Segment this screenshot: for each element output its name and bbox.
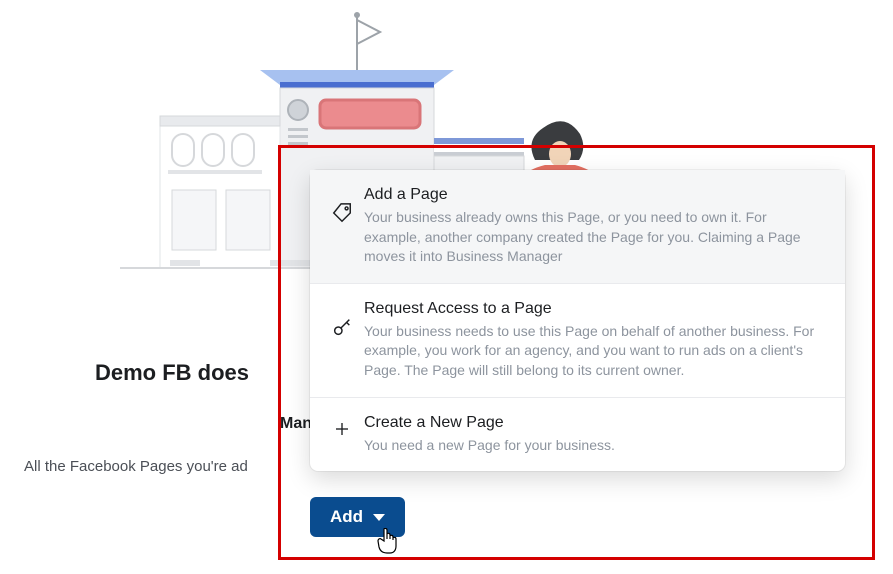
menu-desc: Your business needs to use this Page on … <box>364 322 827 381</box>
menu-title: Create a New Page <box>364 414 827 432</box>
menu-item-request-access[interactable]: Request Access to a Page Your business n… <box>310 284 845 398</box>
tag-icon <box>328 202 356 224</box>
menu-item-add-page[interactable]: Add a Page Your business already owns th… <box>310 170 845 284</box>
page-subheading: Man <box>280 415 312 433</box>
caret-down-icon <box>373 514 385 521</box>
menu-desc: You need a new Page for your business. <box>364 436 827 456</box>
page-description: All the Facebook Pages you're ad <box>24 458 248 475</box>
add-dropdown-menu: Add a Page Your business already owns th… <box>310 170 845 471</box>
add-button-label: Add <box>330 507 363 527</box>
cursor-pointer-icon <box>376 528 398 559</box>
menu-title: Request Access to a Page <box>364 300 827 318</box>
menu-desc: Your business already owns this Page, or… <box>364 208 827 267</box>
plus-icon <box>328 420 356 438</box>
menu-title: Add a Page <box>364 186 827 204</box>
key-icon <box>328 316 356 338</box>
page-heading: Demo FB does <box>95 360 249 386</box>
menu-item-create-page[interactable]: Create a New Page You need a new Page fo… <box>310 398 845 472</box>
